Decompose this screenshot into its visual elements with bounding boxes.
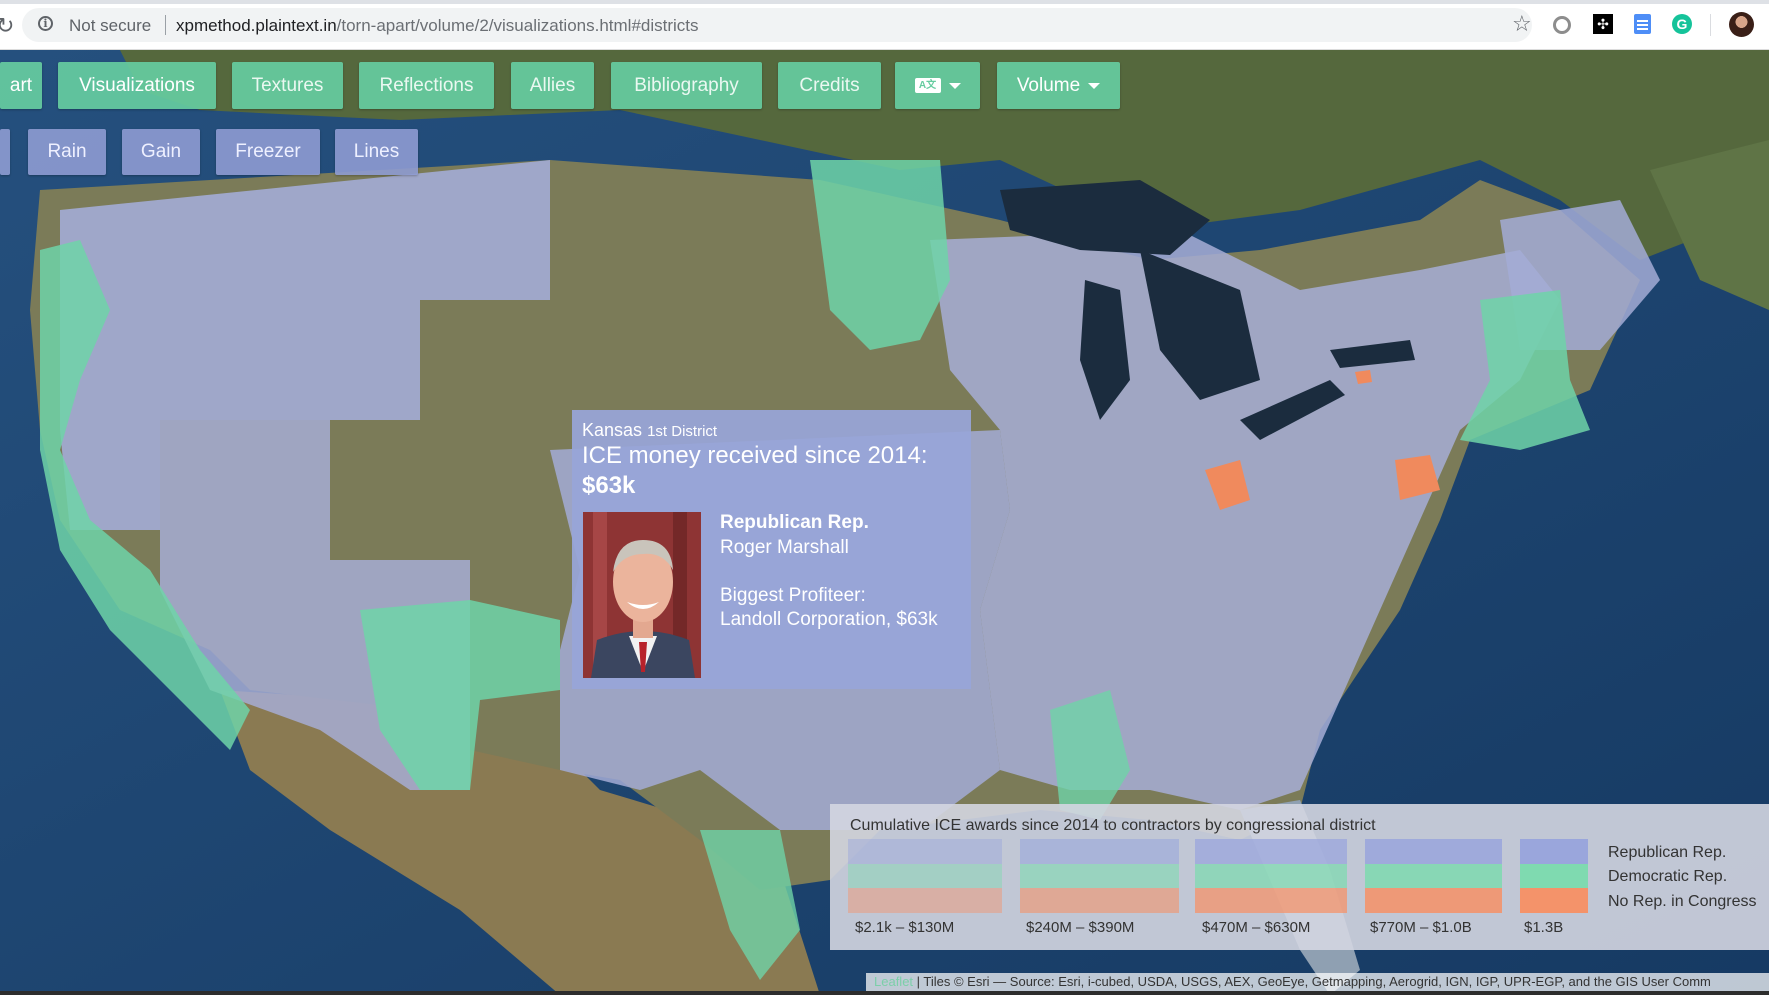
security-label[interactable]: Not secure: [69, 16, 151, 36]
swatch-rep: [1020, 839, 1179, 864]
swatch-rep: [1365, 839, 1502, 864]
nav-credits-label: Credits: [799, 75, 860, 96]
popup-location: Kansas 1st District: [582, 420, 717, 441]
translate-icon: A文: [914, 78, 941, 94]
url-path: /torn-apart/volume/2/visualizations.html…: [336, 16, 699, 35]
profile-avatar[interactable]: [1729, 12, 1754, 37]
swatch-dem: [1365, 863, 1502, 889]
district-norep-ny: [1355, 370, 1372, 384]
swatch-dem: [1195, 863, 1347, 889]
subnav-partial[interactable]: [0, 129, 10, 175]
legend-range-label: $1.3B: [1524, 919, 1564, 936]
nav-torn-apart[interactable]: art: [0, 62, 42, 109]
url-text[interactable]: xpmethod.plaintext.in/torn-apart/volume/…: [176, 16, 699, 36]
extension-puzzle-icon[interactable]: ✣: [1593, 14, 1613, 34]
swatch-none: [1195, 888, 1347, 913]
swatch-rep: [848, 839, 1002, 864]
nav-reflections-label: Reflections: [379, 75, 474, 96]
toolbar-divider: [1710, 14, 1711, 36]
leaflet-link[interactable]: Leaflet: [874, 974, 913, 989]
representative-photo: [583, 512, 701, 678]
popup-party: Republican Rep.: [720, 512, 869, 533]
legend-swatch-range-3: [1195, 839, 1347, 913]
swatch-rep: [1195, 839, 1347, 864]
swatch-dem: [1520, 863, 1588, 889]
legend-range-label: $2.1k – $130M: [855, 919, 955, 936]
info-icon[interactable]: i: [38, 16, 53, 31]
subnav-gain-label: Gain: [140, 141, 182, 162]
swatch-none: [1520, 888, 1588, 913]
popup-profiteer: Landoll Corporation, $63k: [720, 609, 938, 630]
grammarly-icon[interactable]: G: [1672, 14, 1692, 34]
swatch-none: [848, 888, 1002, 913]
reload-icon[interactable]: ↻: [0, 13, 14, 39]
tiles-credit: | Tiles © Esri — Source: Esri, i-cubed, …: [913, 974, 1711, 989]
nav-reflections[interactable]: Reflections: [359, 62, 494, 109]
legend-range-label: $240M – $390M: [1026, 919, 1135, 936]
swatch-dem: [848, 863, 1002, 889]
subnav-freezer[interactable]: Freezer: [216, 129, 320, 175]
popup-district: 1st District: [647, 423, 718, 440]
url-separator: [165, 15, 166, 35]
legend-swatch-range-2: [1020, 839, 1179, 913]
language-dropdown[interactable]: A文: [895, 62, 980, 109]
map-attribution: Leaflet | Tiles © Esri — Source: Esri, i…: [866, 973, 1769, 991]
extension-doc-icon[interactable]: [1634, 14, 1651, 34]
nav-bibliography[interactable]: Bibliography: [611, 62, 762, 109]
nav-torn-apart-label: art: [9, 75, 33, 96]
legend-range-label: $470M – $630M: [1202, 919, 1311, 936]
nav-credits[interactable]: Credits: [778, 62, 881, 109]
subnav-freezer-label: Freezer: [235, 141, 301, 162]
popup-profiteer-label: Biggest Profiteer:: [720, 585, 866, 606]
legend-swatch-range-1: [848, 839, 1002, 913]
legend-key-democratic: Democratic Rep.: [1608, 868, 1728, 885]
popup-representative: Roger Marshall: [720, 537, 849, 558]
url-host: xpmethod.plaintext.in: [176, 16, 337, 35]
tab-strip-edge: [0, 0, 1769, 4]
nav-allies[interactable]: Allies: [511, 62, 594, 109]
volume-dropdown[interactable]: Volume: [997, 62, 1120, 109]
browser-toolbar: ↻ i Not secure xpmethod.plaintext.in/tor…: [0, 0, 1769, 50]
subnav-lines-label: Lines: [353, 141, 400, 162]
extension-circle-icon[interactable]: [1553, 16, 1571, 34]
swatch-dem: [1020, 863, 1179, 889]
subnav-rain-label: Rain: [47, 141, 87, 162]
volume-label: Volume: [1016, 75, 1081, 96]
nav-textures[interactable]: Textures: [232, 62, 343, 109]
caret-down-icon: [1088, 82, 1101, 89]
district-popup[interactable]: Kansas 1st District ICE money received s…: [572, 410, 971, 689]
legend-key-republican: Republican Rep.: [1608, 844, 1727, 861]
subnav-rain[interactable]: Rain: [28, 129, 106, 175]
nav-textures-label: Textures: [251, 75, 324, 96]
swatch-none: [1365, 888, 1502, 913]
subnav-gain[interactable]: Gain: [122, 129, 200, 175]
legend-swatch-range-5: [1520, 839, 1588, 913]
subnav-lines[interactable]: Lines: [335, 129, 418, 175]
legend-key-none: No Rep. in Congress: [1608, 893, 1757, 910]
map-legend: Cumulative ICE awards since 2014 to cont…: [830, 804, 1769, 950]
nav-bibliography-label: Bibliography: [634, 75, 739, 96]
caret-down-icon: [948, 82, 961, 89]
swatch-none: [1020, 888, 1179, 913]
address-bar[interactable]: i Not secure xpmethod.plaintext.in/torn-…: [22, 8, 1532, 42]
bookmark-star-icon[interactable]: ☆: [1512, 11, 1532, 37]
nav-visualizations-label: Visualizations: [79, 75, 195, 96]
nav-visualizations[interactable]: Visualizations: [58, 62, 216, 109]
representative-portrait: [583, 512, 701, 678]
legend-title: Cumulative ICE awards since 2014 to cont…: [850, 817, 1376, 834]
popup-amount: $63k: [582, 472, 636, 499]
legend-swatch-range-4: [1365, 839, 1502, 913]
swatch-rep: [1520, 839, 1588, 864]
legend-range-label: $770M – $1.0B: [1370, 919, 1472, 936]
popup-headline: ICE money received since 2014:: [582, 442, 928, 469]
popup-state: Kansas: [582, 420, 643, 440]
bottom-edge: [0, 991, 1769, 995]
nav-allies-label: Allies: [529, 75, 576, 96]
